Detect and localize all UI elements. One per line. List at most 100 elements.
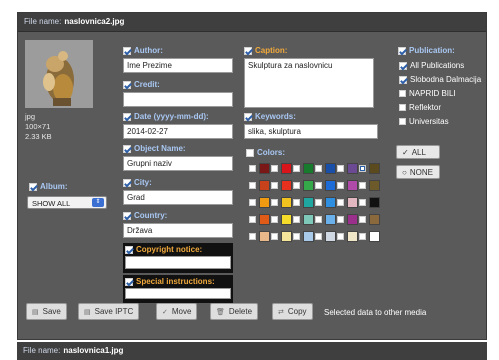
- color-checkbox[interactable]: [315, 165, 322, 172]
- color-swatch[interactable]: [259, 197, 270, 208]
- publication-item-naprid[interactable]: NAPRID BILI: [399, 89, 456, 98]
- color-swatch[interactable]: [347, 214, 358, 225]
- publication-all-checkbox[interactable]: [399, 61, 407, 70]
- colors-checkbox[interactable]: [246, 148, 254, 157]
- country-input[interactable]: Država: [123, 223, 233, 238]
- publication-item-slobodna[interactable]: Slobodna Dalmacija: [399, 75, 481, 84]
- color-checkbox[interactable]: [359, 199, 366, 206]
- city-checkbox[interactable]: [123, 178, 131, 187]
- special-instructions-checkbox[interactable]: [125, 277, 133, 286]
- color-checkbox[interactable]: [337, 216, 344, 223]
- publication-reflektor-checkbox[interactable]: [399, 104, 406, 111]
- save-button[interactable]: ▤ Save: [26, 303, 67, 320]
- color-checkbox-checked[interactable]: [359, 165, 366, 172]
- publication-naprid-checkbox[interactable]: [399, 90, 406, 97]
- keywords-input[interactable]: slika, skulptura: [244, 124, 378, 139]
- color-swatch[interactable]: [259, 180, 270, 191]
- color-checkbox[interactable]: [293, 216, 300, 223]
- color-swatch[interactable]: [369, 231, 380, 242]
- color-swatch[interactable]: [303, 197, 314, 208]
- color-swatch[interactable]: [369, 214, 380, 225]
- color-swatch[interactable]: [347, 163, 358, 174]
- country-checkbox[interactable]: [123, 211, 131, 220]
- city-input[interactable]: Grad: [123, 190, 233, 205]
- color-checkbox[interactable]: [271, 233, 278, 240]
- color-checkbox[interactable]: [249, 233, 256, 240]
- object-name-checkbox[interactable]: [123, 144, 131, 153]
- color-swatch[interactable]: [259, 231, 270, 242]
- color-checkbox[interactable]: [271, 199, 278, 206]
- color-swatch[interactable]: [281, 197, 292, 208]
- color-swatch[interactable]: [325, 163, 336, 174]
- color-checkbox[interactable]: [293, 182, 300, 189]
- credit-input[interactable]: [123, 92, 233, 107]
- save-iptc-button[interactable]: ▤ Save IPTC: [78, 303, 140, 320]
- author-input[interactable]: Ime Prezime: [123, 58, 233, 73]
- color-swatch[interactable]: [369, 180, 380, 191]
- color-swatch[interactable]: [325, 214, 336, 225]
- date-checkbox[interactable]: [123, 112, 131, 121]
- color-checkbox[interactable]: [271, 216, 278, 223]
- color-checkbox[interactable]: [337, 199, 344, 206]
- publication-universitas-checkbox[interactable]: [399, 118, 406, 125]
- color-checkbox[interactable]: [293, 233, 300, 240]
- color-swatch[interactable]: [281, 231, 292, 242]
- credit-checkbox[interactable]: [123, 80, 131, 89]
- publication-item-all[interactable]: All Publications: [399, 61, 464, 70]
- object-name-input[interactable]: Grupni naziv: [123, 156, 233, 171]
- publication-item-reflektor[interactable]: Reflektor: [399, 103, 441, 112]
- color-swatch[interactable]: [325, 197, 336, 208]
- color-checkbox[interactable]: [359, 182, 366, 189]
- color-checkbox[interactable]: [315, 233, 322, 240]
- color-swatch[interactable]: [369, 163, 380, 174]
- special-instructions-input[interactable]: [125, 288, 231, 299]
- caption-textarea[interactable]: Skulptura za naslovnicu: [244, 58, 374, 108]
- select-all-button[interactable]: ✓ ALL: [396, 145, 440, 159]
- author-checkbox[interactable]: [123, 46, 131, 55]
- color-checkbox[interactable]: [293, 165, 300, 172]
- copyright-input[interactable]: [125, 256, 231, 269]
- album-checkbox[interactable]: [29, 182, 37, 191]
- caption-checkbox[interactable]: [244, 46, 252, 55]
- color-checkbox[interactable]: [293, 199, 300, 206]
- color-swatch[interactable]: [281, 163, 292, 174]
- color-checkbox[interactable]: [359, 233, 366, 240]
- color-checkbox[interactable]: [315, 216, 322, 223]
- color-checkbox[interactable]: [359, 216, 366, 223]
- color-swatch[interactable]: [347, 180, 358, 191]
- color-swatch[interactable]: [259, 163, 270, 174]
- color-swatch[interactable]: [347, 231, 358, 242]
- color-swatch[interactable]: [325, 180, 336, 191]
- copyright-checkbox[interactable]: [125, 245, 133, 254]
- album-select[interactable]: SHOW ALL ⇕: [27, 196, 107, 209]
- color-checkbox[interactable]: [249, 216, 256, 223]
- color-checkbox[interactable]: [315, 199, 322, 206]
- keywords-checkbox[interactable]: [244, 112, 252, 121]
- publication-slobodna-checkbox[interactable]: [399, 75, 407, 84]
- publication-item-universitas[interactable]: Universitas: [399, 117, 449, 126]
- color-swatch[interactable]: [259, 214, 270, 225]
- delete-button[interactable]: 🗑 Delete: [210, 303, 259, 320]
- date-input[interactable]: 2014-02-27: [123, 124, 233, 139]
- color-swatch[interactable]: [281, 214, 292, 225]
- color-swatch[interactable]: [303, 180, 314, 191]
- color-swatch[interactable]: [325, 231, 336, 242]
- color-checkbox[interactable]: [249, 165, 256, 172]
- color-checkbox[interactable]: [315, 182, 322, 189]
- color-swatch[interactable]: [347, 197, 358, 208]
- color-checkbox[interactable]: [271, 165, 278, 172]
- color-swatch[interactable]: [281, 180, 292, 191]
- color-swatch[interactable]: [303, 214, 314, 225]
- color-swatch[interactable]: [369, 197, 380, 208]
- move-button[interactable]: ✓ Move: [156, 303, 198, 320]
- color-checkbox[interactable]: [249, 199, 256, 206]
- select-none-button[interactable]: ○ NONE: [396, 165, 440, 179]
- image-thumbnail[interactable]: [25, 40, 93, 108]
- next-file-title-bar[interactable]: File name: naslovnica1.jpg: [17, 342, 487, 360]
- color-swatch[interactable]: [303, 231, 314, 242]
- color-checkbox[interactable]: [249, 182, 256, 189]
- color-swatch[interactable]: [303, 163, 314, 174]
- color-checkbox[interactable]: [337, 165, 344, 172]
- color-checkbox[interactable]: [337, 233, 344, 240]
- publication-checkbox[interactable]: [398, 46, 406, 55]
